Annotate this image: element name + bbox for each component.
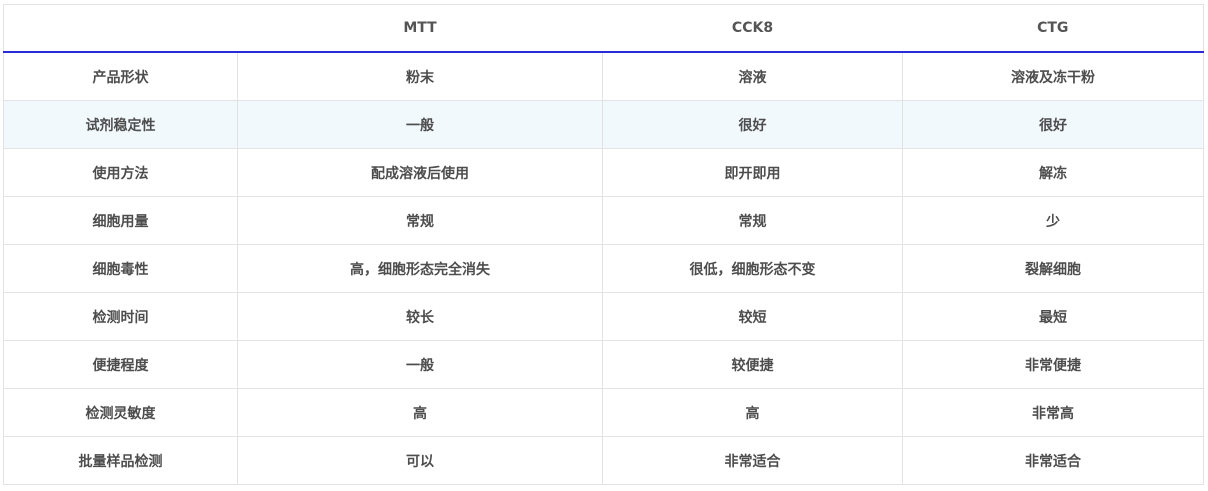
header-cell-feature <box>3 4 238 53</box>
cell-ctg: 非常便捷 <box>902 340 1204 389</box>
row-label: 产品形状 <box>3 51 238 101</box>
header-cell-cck8: CCK8 <box>602 4 903 53</box>
comparison-table-container: MTT CCK8 CTG 产品形状 粉末 溶液 溶液及冻干粉 试剂稳定性 一般 … <box>3 4 1204 485</box>
table-header: MTT CCK8 CTG <box>3 4 1204 53</box>
cell-ctg: 解冻 <box>902 148 1204 197</box>
cell-cck8: 高 <box>602 388 903 437</box>
cell-ctg: 溶液及冻干粉 <box>902 51 1204 101</box>
cell-mtt: 常规 <box>237 196 603 245</box>
row-label: 便捷程度 <box>3 340 238 389</box>
table-row: 便捷程度 一般 较便捷 非常便捷 <box>3 340 1204 389</box>
table-row: 试剂稳定性 一般 很好 很好 <box>3 100 1204 149</box>
cell-cck8: 即开即用 <box>602 148 903 197</box>
header-row: MTT CCK8 CTG <box>3 4 1204 53</box>
table-row: 检测灵敏度 高 高 非常高 <box>3 388 1204 437</box>
cell-mtt: 可以 <box>237 436 603 485</box>
cell-cck8: 较便捷 <box>602 340 903 389</box>
row-label: 检测时间 <box>3 292 238 341</box>
row-label: 细胞毒性 <box>3 244 238 293</box>
row-label: 细胞用量 <box>3 196 238 245</box>
cell-cck8: 很低，细胞形态不变 <box>602 244 903 293</box>
table-row: 产品形状 粉末 溶液 溶液及冻干粉 <box>3 51 1204 101</box>
cell-ctg: 很好 <box>902 100 1204 149</box>
cell-mtt: 高，细胞形态完全消失 <box>237 244 603 293</box>
cell-cck8: 较短 <box>602 292 903 341</box>
table-row: 使用方法 配成溶液后使用 即开即用 解冻 <box>3 148 1204 197</box>
row-label: 批量样品检测 <box>3 436 238 485</box>
table-body: 产品形状 粉末 溶液 溶液及冻干粉 试剂稳定性 一般 很好 很好 使用方法 配成… <box>3 51 1204 485</box>
table-row: 检测时间 较长 较短 最短 <box>3 292 1204 341</box>
header-cell-mtt: MTT <box>237 4 603 53</box>
cell-ctg: 少 <box>902 196 1204 245</box>
cell-cck8: 很好 <box>602 100 903 149</box>
cell-mtt: 配成溶液后使用 <box>237 148 603 197</box>
table-row: 细胞用量 常规 常规 少 <box>3 196 1204 245</box>
cell-ctg: 最短 <box>902 292 1204 341</box>
header-cell-ctg: CTG <box>902 4 1204 53</box>
cell-mtt: 一般 <box>237 100 603 149</box>
cell-ctg: 裂解细胞 <box>902 244 1204 293</box>
cell-ctg: 非常高 <box>902 388 1204 437</box>
row-label: 试剂稳定性 <box>3 100 238 149</box>
table-row: 细胞毒性 高，细胞形态完全消失 很低，细胞形态不变 裂解细胞 <box>3 244 1204 293</box>
cell-mtt: 一般 <box>237 340 603 389</box>
table-row: 批量样品检测 可以 非常适合 非常适合 <box>3 436 1204 485</box>
row-label: 使用方法 <box>3 148 238 197</box>
cell-cck8: 溶液 <box>602 51 903 101</box>
comparison-table: MTT CCK8 CTG 产品形状 粉末 溶液 溶液及冻干粉 试剂稳定性 一般 … <box>3 4 1204 485</box>
cell-cck8: 非常适合 <box>602 436 903 485</box>
row-label: 检测灵敏度 <box>3 388 238 437</box>
cell-mtt: 较长 <box>237 292 603 341</box>
cell-ctg: 非常适合 <box>902 436 1204 485</box>
cell-mtt: 高 <box>237 388 603 437</box>
cell-cck8: 常规 <box>602 196 903 245</box>
cell-mtt: 粉末 <box>237 51 603 101</box>
